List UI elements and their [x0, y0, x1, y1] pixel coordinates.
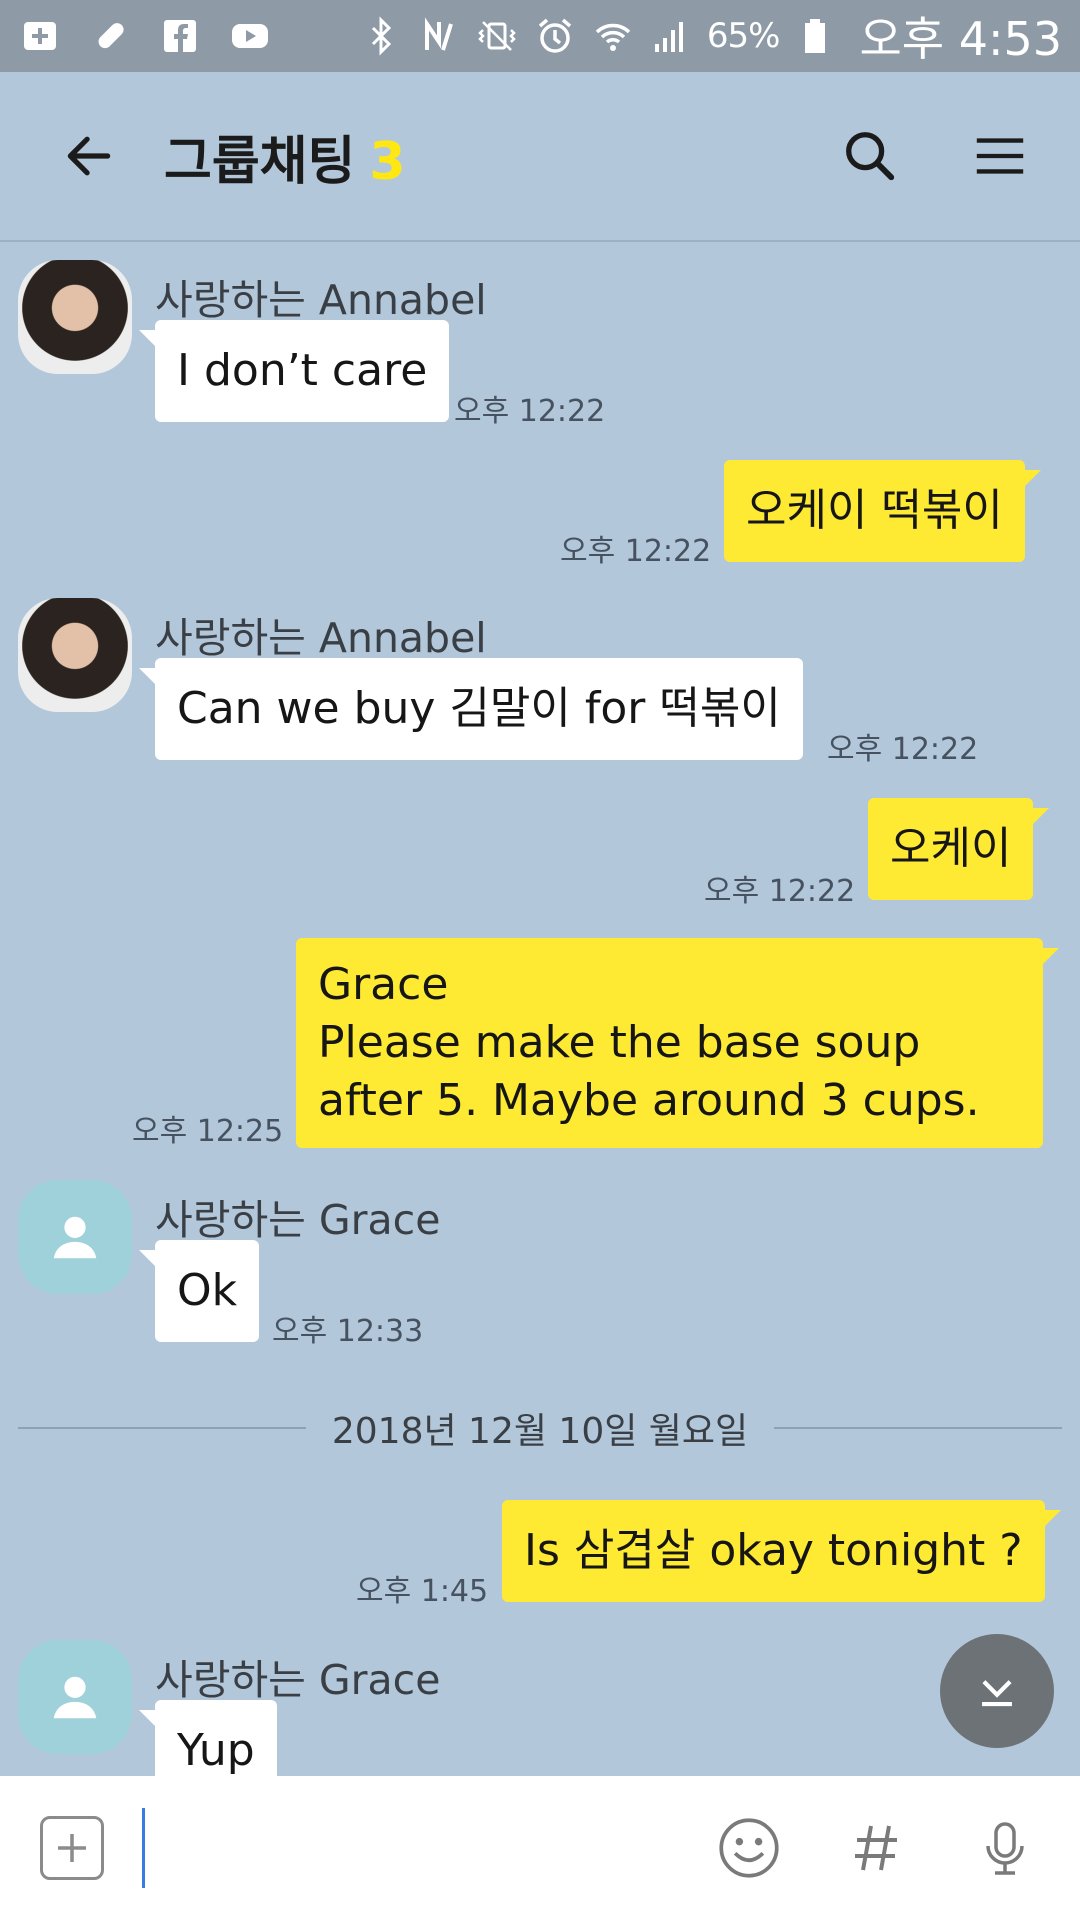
- message-time: 오후 12:25: [132, 1114, 284, 1149]
- search-button[interactable]: [830, 116, 910, 196]
- message-time: 오후 12:22: [454, 394, 606, 429]
- chat-header: 그룹채팅 3: [0, 72, 1080, 242]
- input-actions: [714, 1813, 1040, 1883]
- plus-icon: [58, 1834, 86, 1862]
- message-time: 오후 12:33: [272, 1314, 424, 1349]
- system-indicators: 65% 오후 4:53: [359, 3, 1062, 69]
- message-time: 오후 12:22: [827, 732, 979, 767]
- alarm-icon: [533, 14, 577, 58]
- message-input[interactable]: [142, 1808, 714, 1888]
- sender-name: 사랑하는 Annabel: [155, 614, 487, 662]
- sender-name: 사랑하는 Grace: [155, 1196, 441, 1244]
- message-line: Please make the base soup: [318, 1017, 921, 1068]
- sender-name: 사랑하는 Annabel: [155, 276, 487, 324]
- smiley-icon: [719, 1818, 779, 1878]
- message-bubble[interactable]: Can we buy 김말이 for 떡볶이: [139, 658, 803, 760]
- scroll-to-bottom-button[interactable]: [940, 1634, 1054, 1748]
- chevron-down-icon: [982, 1680, 1012, 1707]
- emoticon-button[interactable]: [714, 1813, 784, 1883]
- facebook-icon: [158, 14, 202, 58]
- date-divider: 2018년 12월 10일 월요일: [18, 1402, 1063, 1454]
- vibrate-icon: [475, 14, 519, 58]
- message-time: 오후 12:22: [560, 534, 712, 569]
- divider-line: [774, 1427, 1063, 1429]
- avatar-grace[interactable]: [18, 1640, 132, 1754]
- hashtag-search-button[interactable]: [842, 1813, 912, 1883]
- pill-icon: [88, 14, 132, 58]
- bluetooth-icon: [359, 14, 403, 58]
- add-box-icon: [18, 14, 62, 58]
- menu-button[interactable]: [960, 116, 1040, 196]
- date-label: 2018년 12월 10일 월요일: [331, 1411, 749, 1452]
- member-count: 3: [369, 131, 406, 192]
- chat-messages[interactable]: 사랑하는 Annabel I don’t care 오후 12:22 오후 12…: [0, 244, 1080, 1776]
- voice-button[interactable]: [970, 1813, 1040, 1883]
- person-icon: [53, 1676, 97, 1719]
- message-bubble[interactable]: Ok: [138, 1240, 260, 1342]
- signal-icon: [649, 14, 693, 58]
- avatar-annabel[interactable]: [18, 598, 132, 712]
- chat-title-text: 그룹채팅: [164, 131, 356, 192]
- my-message-bubble[interactable]: Is 삼겹살 okay tonight ?: [502, 1500, 1061, 1602]
- message-line: after 5. Maybe around 3 cups.: [318, 1075, 980, 1126]
- back-button[interactable]: [44, 111, 134, 201]
- nfc-icon: [417, 14, 461, 58]
- my-message-bubble[interactable]: 오케이 떡볶이: [724, 460, 1041, 562]
- status-bar: 65% 오후 4:53: [0, 0, 1080, 72]
- microphone-icon: [986, 1822, 1024, 1875]
- hamburger-menu-icon: [976, 138, 1024, 174]
- battery-icon: [793, 14, 837, 58]
- my-message-bubble[interactable]: 오케이: [868, 798, 1050, 900]
- message-bubble[interactable]: I don’t care: [138, 320, 450, 422]
- message-bubble[interactable]: Yup: [139, 1700, 277, 1776]
- divider-line: [18, 1427, 306, 1429]
- my-message-bubble[interactable]: Grace Please make the base soup after 5.…: [296, 938, 1059, 1148]
- message-time: 오후 12:22: [704, 874, 856, 909]
- battery-percent: 65%: [706, 16, 781, 56]
- sender-name: 사랑하는 Grace: [155, 1656, 441, 1704]
- attach-button[interactable]: [40, 1816, 104, 1880]
- message-input-bar: [0, 1776, 1080, 1920]
- chat-title: 그룹채팅 3: [164, 119, 406, 194]
- message-time: 오후 1:45: [356, 1574, 489, 1609]
- wifi-icon: [591, 14, 635, 58]
- message-line: Grace: [318, 959, 449, 1010]
- back-arrow-icon: [67, 136, 111, 176]
- avatar-annabel[interactable]: [18, 260, 132, 374]
- header-actions: [830, 116, 1040, 196]
- hash-icon: [855, 1825, 897, 1871]
- youtube-icon: [228, 14, 272, 58]
- search-icon: [846, 132, 895, 181]
- person-icon: [53, 1216, 97, 1259]
- clock: 오후 4:53: [859, 12, 1062, 66]
- notification-icons: [18, 14, 272, 58]
- avatar-grace[interactable]: [18, 1180, 132, 1294]
